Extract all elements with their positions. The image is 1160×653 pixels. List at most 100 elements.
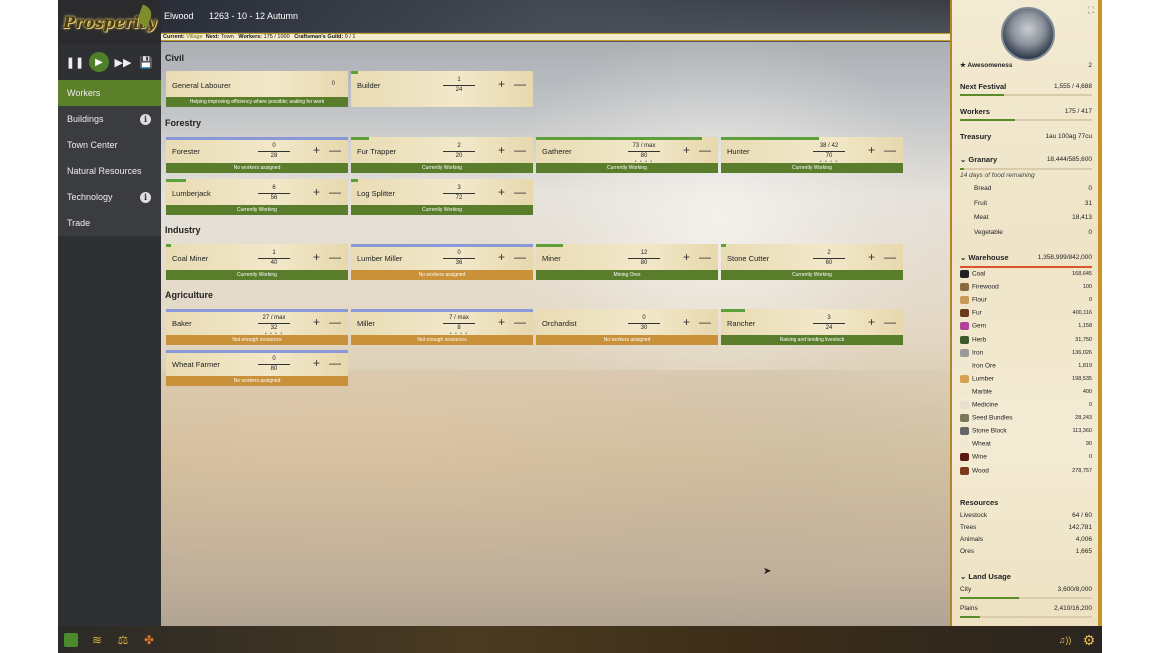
- remove-worker-button[interactable]: —: [329, 316, 341, 328]
- stat-value: 113,360: [1072, 428, 1092, 435]
- sidebar-item-natural-resources[interactable]: Natural Resources: [58, 158, 161, 184]
- job-status: Currently Working: [536, 163, 718, 173]
- worker-fraction: 2 20: [443, 143, 475, 160]
- stat-name: Plains: [960, 605, 978, 612]
- add-worker-button[interactable]: +: [683, 144, 690, 156]
- dice-icon[interactable]: ✤: [142, 633, 156, 647]
- add-worker-button[interactable]: +: [313, 186, 320, 198]
- sidebar-item-workers[interactable]: Workers: [58, 80, 161, 106]
- stat-name: Herb: [972, 336, 987, 344]
- stat-name: Livestock: [960, 512, 988, 519]
- worker-fraction: 7 / max 8 • • • •: [443, 315, 475, 337]
- remove-worker-button[interactable]: —: [329, 251, 341, 263]
- job-status: Currently Working: [351, 205, 533, 215]
- stat-label: Medicine: [960, 401, 998, 409]
- remove-worker-button[interactable]: —: [329, 357, 341, 369]
- gem-icon: [960, 322, 969, 331]
- fullscreen-icon[interactable]: ⛶: [1088, 5, 1094, 16]
- add-worker-button[interactable]: +: [683, 316, 690, 328]
- flour-icon: [960, 296, 969, 305]
- stat-name: City: [960, 586, 972, 593]
- assigned-workers: 3: [443, 185, 475, 194]
- sidebar-item-town-center[interactable]: Town Center: [58, 132, 161, 158]
- add-worker-button[interactable]: +: [498, 186, 505, 198]
- fur-icon: [960, 309, 969, 318]
- section-agriculture: Agriculture: [165, 290, 214, 300]
- job-name: General Labourer: [172, 81, 231, 90]
- remove-worker-button[interactable]: —: [514, 316, 526, 328]
- stat-value: 0: [1088, 454, 1092, 461]
- sidebar-item-trade[interactable]: Trade: [58, 210, 161, 236]
- music-icon[interactable]: ♫)): [1054, 633, 1076, 647]
- job-status: Mining Ores: [536, 270, 718, 280]
- stat-row-fruit: Fruit 31: [960, 200, 1092, 207]
- warehouse-header[interactable]: ⌄ Warehouse 1,358,999/842,000: [960, 253, 1092, 262]
- fast-forward-button[interactable]: ▶▶: [114, 53, 132, 71]
- land-header[interactable]: ⌄ Land Usage: [960, 572, 1092, 581]
- save-button[interactable]: 💾: [137, 53, 155, 71]
- remove-worker-button[interactable]: —: [514, 186, 526, 198]
- job-card-general-labourer: General Labourer 0 Helping improving effic…: [166, 71, 348, 107]
- workers-label: Workers:: [238, 34, 263, 40]
- stat-row-iron-ore: Iron Ore 1,819: [960, 361, 1092, 370]
- settings-icon[interactable]: ⚙: [1082, 633, 1096, 647]
- add-worker-button[interactable]: +: [498, 78, 505, 90]
- granary-value: 18,444/585,600: [1046, 156, 1092, 163]
- add-worker-button[interactable]: +: [313, 357, 320, 369]
- scroll-icon[interactable]: ≋: [90, 633, 104, 647]
- remove-worker-button[interactable]: —: [884, 251, 896, 263]
- remove-worker-button[interactable]: —: [884, 144, 896, 156]
- stat-row-trees: Trees 142,781: [960, 524, 1092, 531]
- remove-worker-button[interactable]: —: [329, 186, 341, 198]
- add-worker-button[interactable]: +: [313, 144, 320, 156]
- granary-header[interactable]: ⌄ Granary 18,444/585,600: [960, 155, 1092, 164]
- remove-worker-button[interactable]: —: [699, 316, 711, 328]
- add-worker-button[interactable]: +: [498, 316, 505, 328]
- add-worker-button[interactable]: +: [313, 251, 320, 263]
- stat-name: Vegetable: [974, 228, 1003, 236]
- add-worker-button[interactable]: +: [498, 144, 505, 156]
- add-worker-button[interactable]: +: [498, 251, 505, 263]
- treasury-value: 1au 100ag 77cu: [1045, 133, 1092, 140]
- stat-row-lumber: Lumber 198,535: [960, 374, 1092, 383]
- sidebar-item-technology[interactable]: Technology i: [58, 184, 161, 210]
- job-status: Currently Working: [166, 205, 348, 215]
- play-button[interactable]: ▶: [89, 52, 109, 72]
- seed-bundles-icon: [960, 414, 969, 423]
- resources-header: Resources: [960, 498, 1092, 507]
- book-icon[interactable]: [64, 633, 78, 647]
- scales-icon[interactable]: ⚖: [116, 633, 130, 647]
- remove-worker-button[interactable]: —: [514, 251, 526, 263]
- treasury-label: Treasury: [960, 132, 992, 141]
- stat-row-meat: Meat 18,413: [960, 214, 1092, 221]
- max-workers: 20: [455, 153, 463, 159]
- iron-ore-icon: [960, 361, 969, 370]
- stat-value: 4,006: [1075, 536, 1092, 543]
- pause-button[interactable]: ❚❚: [66, 53, 84, 71]
- add-worker-button[interactable]: +: [868, 144, 875, 156]
- stat-label: Wood: [960, 466, 989, 475]
- stat-row-fur: Fur 400,116: [960, 309, 1092, 318]
- remove-worker-button[interactable]: —: [329, 144, 341, 156]
- remove-worker-button[interactable]: —: [699, 251, 711, 263]
- info-icon[interactable]: i: [140, 113, 151, 125]
- remove-worker-button[interactable]: —: [514, 78, 526, 90]
- job-progress-bar: [166, 179, 186, 182]
- remove-worker-button[interactable]: —: [699, 144, 711, 156]
- remove-worker-button[interactable]: —: [514, 144, 526, 156]
- avatar[interactable]: [1001, 7, 1055, 61]
- sidebar-item-buildings[interactable]: Buildings i: [58, 106, 161, 132]
- stat-value: 142,781: [1068, 524, 1093, 531]
- stat-row-city: City 3,600/8,000: [960, 586, 1092, 593]
- max-workers: 72: [455, 195, 463, 201]
- add-worker-button[interactable]: +: [683, 251, 690, 263]
- stat-label: Flour: [960, 296, 987, 305]
- job-name: Lumberjack: [172, 189, 211, 198]
- add-worker-button[interactable]: +: [868, 251, 875, 263]
- add-worker-button[interactable]: +: [313, 316, 320, 328]
- add-worker-button[interactable]: +: [868, 316, 875, 328]
- job-progress-bar: [166, 244, 171, 247]
- remove-worker-button[interactable]: —: [884, 316, 896, 328]
- info-icon[interactable]: i: [140, 191, 151, 203]
- job-progress-bar: [536, 137, 702, 140]
